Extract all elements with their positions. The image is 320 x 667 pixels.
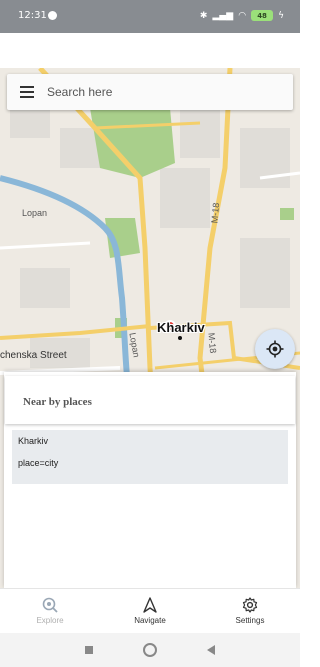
nav-explore-label: Explore	[36, 616, 64, 625]
battery-icon: 48	[251, 10, 274, 21]
status-time: 12:31	[18, 10, 47, 21]
recents-button[interactable]	[85, 646, 93, 654]
sheet-header[interactable]: Near by places	[5, 376, 295, 424]
back-button[interactable]	[207, 645, 215, 655]
status-bar: 12:31 ✱ ▂▄▆ ◠ 48 ϟ	[0, 0, 300, 33]
street-label-m18: M-18	[209, 202, 222, 224]
nav-navigate-label: Navigate	[134, 616, 166, 625]
app-bar-spacer	[0, 33, 300, 68]
navigation-arrow-icon	[143, 597, 157, 613]
street-label-partial: chenska Street	[0, 350, 67, 361]
street-label-lopan: Lopan	[22, 208, 48, 218]
gear-icon	[242, 597, 258, 613]
explore-search-icon	[42, 597, 58, 613]
search-input[interactable]	[47, 85, 277, 99]
sheet-title: Near by places	[23, 396, 92, 408]
city-center-dot	[178, 336, 182, 340]
city-label: Kharkiv	[157, 320, 205, 335]
crosshair-icon	[266, 340, 284, 358]
place-name: Kharkiv	[18, 436, 49, 446]
nav-settings[interactable]: Settings	[200, 589, 300, 633]
wifi-icon: ◠	[238, 10, 247, 21]
system-navigation-bar	[0, 633, 300, 667]
search-bar	[7, 74, 293, 110]
bluetooth-icon: ✱	[199, 10, 208, 21]
nav-navigate[interactable]: Navigate	[100, 589, 200, 633]
street-label-m18: M-18	[206, 332, 219, 354]
notification-icon	[48, 11, 57, 20]
signal-icon: ▂▄▆	[212, 10, 234, 21]
status-icons: ✱ ▂▄▆ ◠ 48 ϟ	[200, 10, 284, 21]
place-list-item[interactable]: Kharkiv place=city	[12, 430, 288, 484]
nearby-places-sheet: Near by places Kharkiv place=city	[4, 372, 296, 588]
place-type: place=city	[18, 458, 59, 468]
charging-icon: ϟ	[278, 10, 284, 21]
bottom-navigation: Explore Navigate Settings	[0, 588, 300, 633]
my-location-button[interactable]	[255, 329, 295, 369]
nav-explore[interactable]: Explore	[0, 589, 100, 633]
nav-settings-label: Settings	[235, 616, 265, 625]
menu-icon[interactable]	[7, 74, 47, 110]
home-button[interactable]	[143, 643, 157, 657]
